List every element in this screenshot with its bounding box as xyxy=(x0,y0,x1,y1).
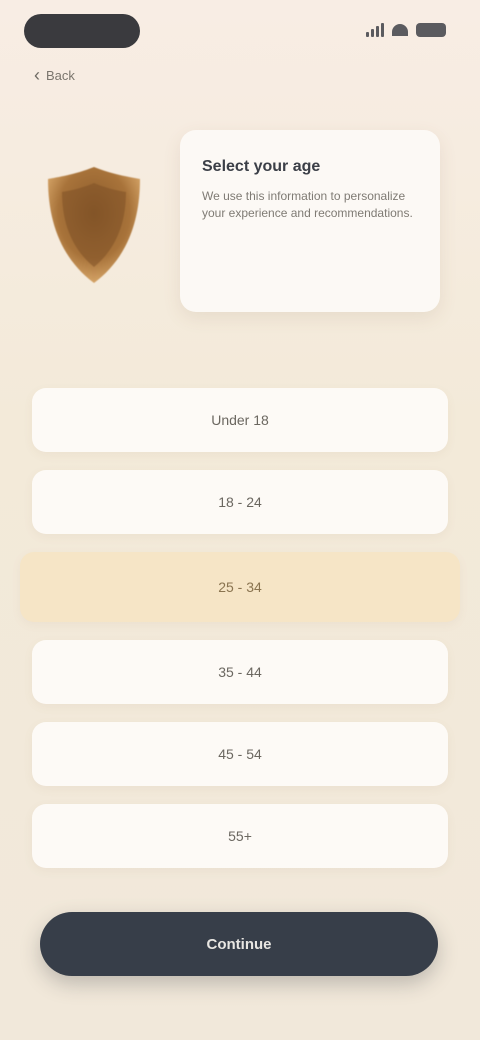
option-45-54[interactable]: 45 - 54 xyxy=(32,722,448,786)
back-button[interactable]: ‹ Back xyxy=(34,64,82,86)
back-label: Back xyxy=(46,67,75,83)
battery-icon xyxy=(416,23,446,37)
status-icons xyxy=(366,22,446,38)
intro-section: Select your age We use this information … xyxy=(0,110,480,340)
option-under-18[interactable]: Under 18 xyxy=(32,388,448,452)
signal-icon xyxy=(366,23,384,37)
option-55-plus[interactable]: 55+ xyxy=(32,804,448,868)
chevron-left-icon: ‹ xyxy=(34,65,40,85)
age-options-list: Under 18 18 - 24 25 - 34 35 - 44 45 - 54… xyxy=(20,388,460,868)
intro-text: We use this information to personalize y… xyxy=(202,189,413,220)
intro-card: Select your age We use this information … xyxy=(180,130,440,312)
continue-button[interactable]: Continue xyxy=(40,912,438,976)
status-time-pill xyxy=(24,14,140,48)
intro-title: Select your age xyxy=(202,158,321,175)
option-18-24[interactable]: 18 - 24 xyxy=(32,470,448,534)
shield-icon xyxy=(38,160,150,290)
status-bar xyxy=(0,0,480,60)
option-25-34[interactable]: 25 - 34 xyxy=(20,552,460,622)
wifi-icon xyxy=(392,24,408,36)
option-35-44[interactable]: 35 - 44 xyxy=(32,640,448,704)
